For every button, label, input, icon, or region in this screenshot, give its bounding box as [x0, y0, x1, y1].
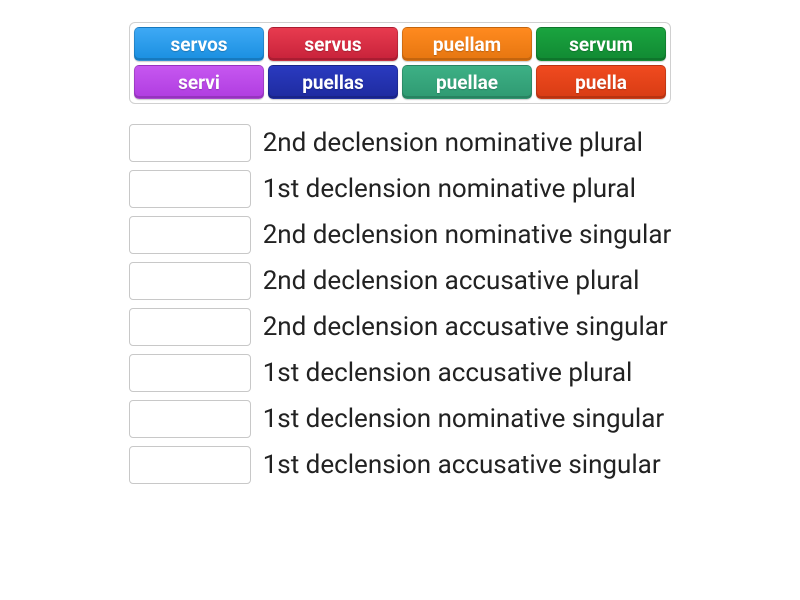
drop-slot[interactable] — [129, 354, 251, 392]
tile-label: puellas — [302, 71, 364, 94]
drop-slot[interactable] — [129, 446, 251, 484]
word-bank-row-2: servi puellas puellae puella — [134, 65, 666, 99]
answer-list: 2nd declension nominative plural 1st dec… — [129, 124, 672, 484]
drop-slot[interactable] — [129, 308, 251, 346]
answer-row: 2nd declension accusative singular — [129, 308, 672, 346]
tile-servi[interactable]: servi — [134, 65, 264, 99]
tile-servus[interactable]: servus — [268, 27, 398, 61]
answer-label: 2nd declension nominative plural — [263, 128, 643, 158]
tile-servum[interactable]: servum — [536, 27, 666, 61]
drop-slot[interactable] — [129, 124, 251, 162]
drop-slot[interactable] — [129, 400, 251, 438]
tile-puella[interactable]: puella — [536, 65, 666, 99]
answer-row: 1st declension accusative plural — [129, 354, 672, 392]
tile-label: puellam — [433, 33, 501, 56]
answer-label: 2nd declension accusative plural — [263, 266, 640, 296]
tile-puellas[interactable]: puellas — [268, 65, 398, 99]
word-bank-row-1: servos servus puellam servum — [134, 27, 666, 61]
answer-label: 2nd declension nominative singular — [263, 220, 672, 250]
drop-slot[interactable] — [129, 170, 251, 208]
answer-row: 2nd declension nominative plural — [129, 124, 672, 162]
answer-label: 1st declension accusative plural — [263, 358, 633, 388]
answer-row: 2nd declension accusative plural — [129, 262, 672, 300]
answer-row: 2nd declension nominative singular — [129, 216, 672, 254]
drop-slot[interactable] — [129, 262, 251, 300]
answer-label: 1st declension accusative singular — [263, 450, 661, 480]
answer-row: 1st declension nominative plural — [129, 170, 672, 208]
drop-slot[interactable] — [129, 216, 251, 254]
answer-row: 1st declension accusative singular — [129, 446, 672, 484]
tile-puellam[interactable]: puellam — [402, 27, 532, 61]
tile-label: puella — [575, 71, 627, 94]
tile-label: servi — [178, 71, 220, 94]
tile-servos[interactable]: servos — [134, 27, 264, 61]
answer-label: 1st declension nominative plural — [263, 174, 636, 204]
quiz-container: servos servus puellam servum servi puell… — [0, 0, 800, 484]
answer-label: 1st declension nominative singular — [263, 404, 665, 434]
tile-label: servum — [569, 33, 633, 56]
tile-label: servus — [304, 33, 361, 56]
tile-puellae[interactable]: puellae — [402, 65, 532, 99]
tile-label: puellae — [436, 71, 498, 94]
answer-row: 1st declension nominative singular — [129, 400, 672, 438]
answer-label: 2nd declension accusative singular — [263, 312, 668, 342]
tile-label: servos — [170, 33, 227, 56]
word-bank: servos servus puellam servum servi puell… — [129, 22, 671, 104]
